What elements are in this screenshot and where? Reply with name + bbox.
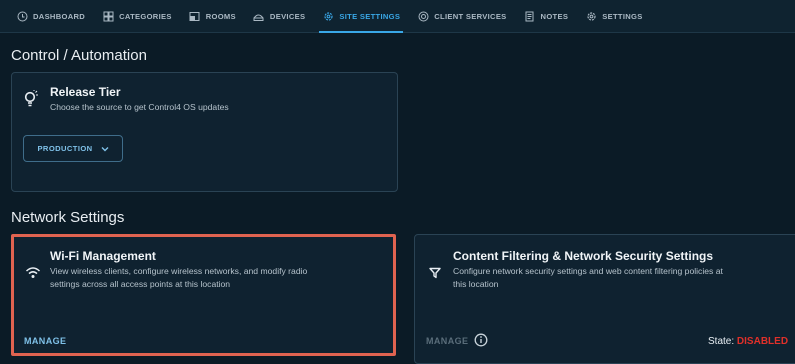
content-filtering-description-line2: this location bbox=[453, 279, 499, 289]
wifi-highlight-frame bbox=[11, 234, 396, 356]
nav-label: DASHBOARD bbox=[33, 11, 86, 21]
state-value: DISABLED bbox=[736, 336, 789, 347]
info-icon[interactable] bbox=[474, 333, 488, 352]
top-nav: DASHBOARD CATEGORIES ROOMS DEVICES SITE … bbox=[0, 0, 795, 33]
rooms-icon bbox=[189, 10, 201, 22]
nav-rooms[interactable]: ROOMS bbox=[189, 0, 236, 33]
section-title-control: Control / Automation bbox=[11, 47, 147, 64]
nav-site-settings[interactable]: SITE SETTINGS bbox=[319, 0, 404, 33]
nav-notes[interactable]: NOTES bbox=[524, 0, 569, 33]
filter-icon bbox=[429, 266, 441, 284]
gear-icon bbox=[322, 10, 334, 22]
content-filtering-manage-link[interactable]: MANAGE bbox=[426, 336, 468, 346]
nav-label: NOTES bbox=[540, 11, 569, 21]
nav-devices[interactable]: DEVICES bbox=[253, 0, 305, 33]
nav-label: CLIENT SERVICES bbox=[434, 11, 507, 21]
lightbulb-icon bbox=[23, 90, 39, 113]
release-tier-title: Release Tier bbox=[50, 85, 121, 99]
section-title-network: Network Settings bbox=[11, 209, 125, 226]
content-filtering-card[interactable]: Content Filtering & Network Security Set… bbox=[414, 234, 795, 364]
support-icon bbox=[417, 10, 429, 22]
release-tier-description: Choose the source to get Control4 OS upd… bbox=[50, 102, 229, 112]
state-label: State: bbox=[708, 336, 735, 347]
nav-label: ROOMS bbox=[205, 11, 236, 21]
content-filtering-title: Content Filtering & Network Security Set… bbox=[453, 249, 714, 263]
categories-icon bbox=[102, 10, 114, 22]
content-filtering-description-line1: Configure network security settings and … bbox=[453, 266, 723, 276]
nav-label: CATEGORIES bbox=[119, 11, 172, 21]
clock-icon bbox=[16, 10, 28, 22]
gear-icon bbox=[585, 10, 597, 22]
nav-categories[interactable]: CATEGORIES bbox=[102, 0, 172, 33]
nav-label: DEVICES bbox=[269, 11, 306, 21]
nav-settings[interactable]: SETTINGS bbox=[585, 0, 642, 33]
devices-icon bbox=[253, 10, 265, 22]
nav-label: SITE SETTINGS bbox=[339, 11, 401, 21]
dropdown-value: PRODUCTION bbox=[37, 144, 93, 153]
nav-client-services[interactable]: CLIENT SERVICES bbox=[417, 0, 506, 33]
nav-dashboard[interactable]: DASHBOARD bbox=[16, 0, 85, 33]
state-indicator: State: DISABLED bbox=[708, 336, 788, 347]
release-tier-dropdown[interactable]: PRODUCTION bbox=[23, 135, 123, 162]
chevron-down-icon bbox=[101, 146, 109, 152]
release-tier-card: Release Tier Choose the source to get Co… bbox=[11, 72, 398, 192]
nav-label: SETTINGS bbox=[602, 11, 643, 21]
notes-icon bbox=[524, 10, 536, 22]
